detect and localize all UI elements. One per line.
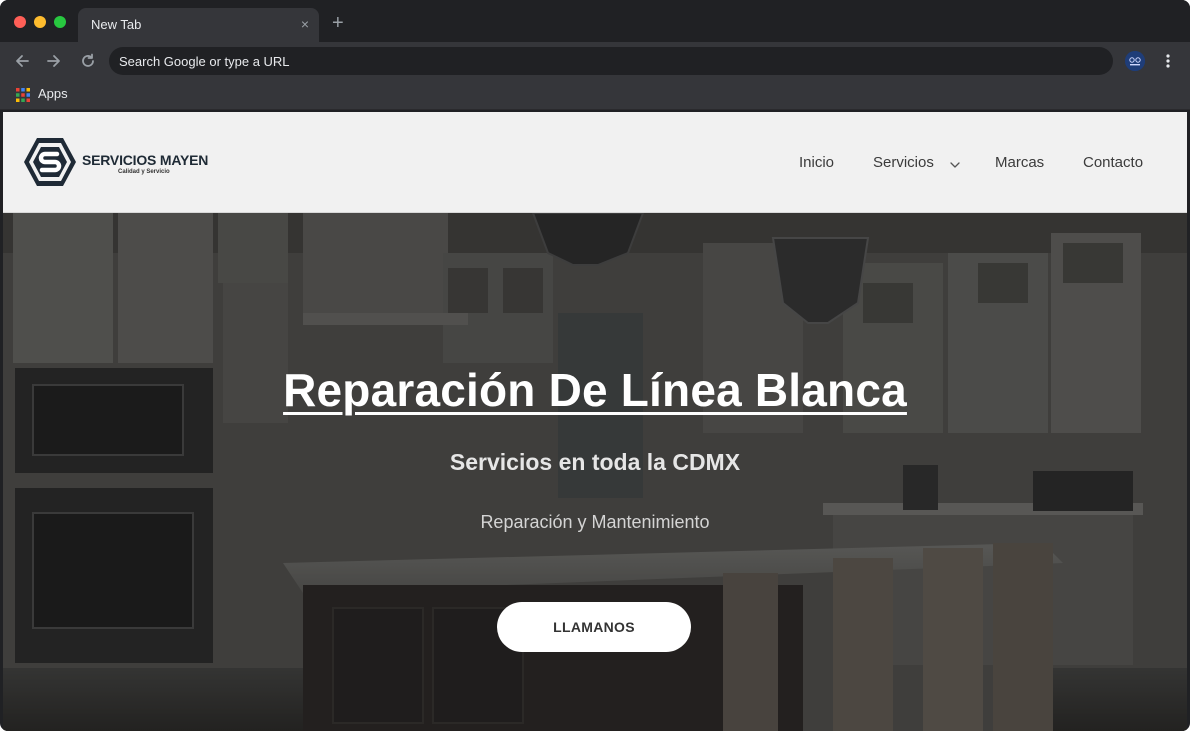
browser-tab[interactable]: New Tab × [78,8,319,42]
bookmark-apps-label[interactable]: Apps [38,86,68,101]
browser-menu-icon[interactable] [1158,51,1178,71]
hero-section: Reparación De Línea Blanca Servicios en … [3,213,1187,731]
forward-arrow-icon[interactable] [44,51,64,71]
nav-item-servicios[interactable]: Servicios [873,154,934,171]
logo-tagline: Calidad y Servicio [118,169,170,175]
minimize-window-button[interactable] [34,16,46,28]
hero-title[interactable]: Reparación De Línea Blanca [3,363,1187,417]
chevron-down-icon[interactable] [949,160,961,170]
new-tab-icon[interactable]: + [332,13,344,33]
hero-tagline: Reparación y Mantenimiento [480,512,710,532]
hero-subtitle: Servicios en toda la CDMX [449,449,741,475]
reload-icon[interactable] [78,51,98,71]
browser-toolbar [0,42,1190,80]
nav-item-contacto[interactable]: Contacto [1083,154,1143,171]
tab-close-icon[interactable]: × [301,16,309,32]
browser-window: New Tab × + Search Google or type a URL … [0,0,1190,731]
nav-item-inicio[interactable]: Inicio [799,154,834,171]
maximize-window-button[interactable] [54,16,66,28]
tab-title: New Tab [91,17,142,32]
address-bar[interactable] [109,47,1113,75]
tab-strip: New Tab × + [0,0,1190,42]
apps-grid-icon[interactable] [16,88,30,102]
site-logo[interactable]: SERVICIOS MAYEN Calidad y Servicio [22,134,262,190]
address-input[interactable] [119,47,1099,75]
nav-item-marcas[interactable]: Marcas [995,154,1044,171]
logo-hexagon-icon [24,138,76,186]
profile-avatar-icon[interactable] [1125,51,1145,71]
page-viewport: SERVICIOS MAYEN Calidad y Servicio Inici… [3,112,1187,731]
back-arrow-icon[interactable] [12,51,32,71]
close-window-button[interactable] [14,16,26,28]
logo-name: SERVICIOS MAYEN [82,152,209,168]
bookmarks-bar: Apps [0,80,1190,110]
site-header: SERVICIOS MAYEN Calidad y Servicio Inici… [3,112,1187,213]
call-us-button[interactable]: LLAMANOS [497,602,691,652]
